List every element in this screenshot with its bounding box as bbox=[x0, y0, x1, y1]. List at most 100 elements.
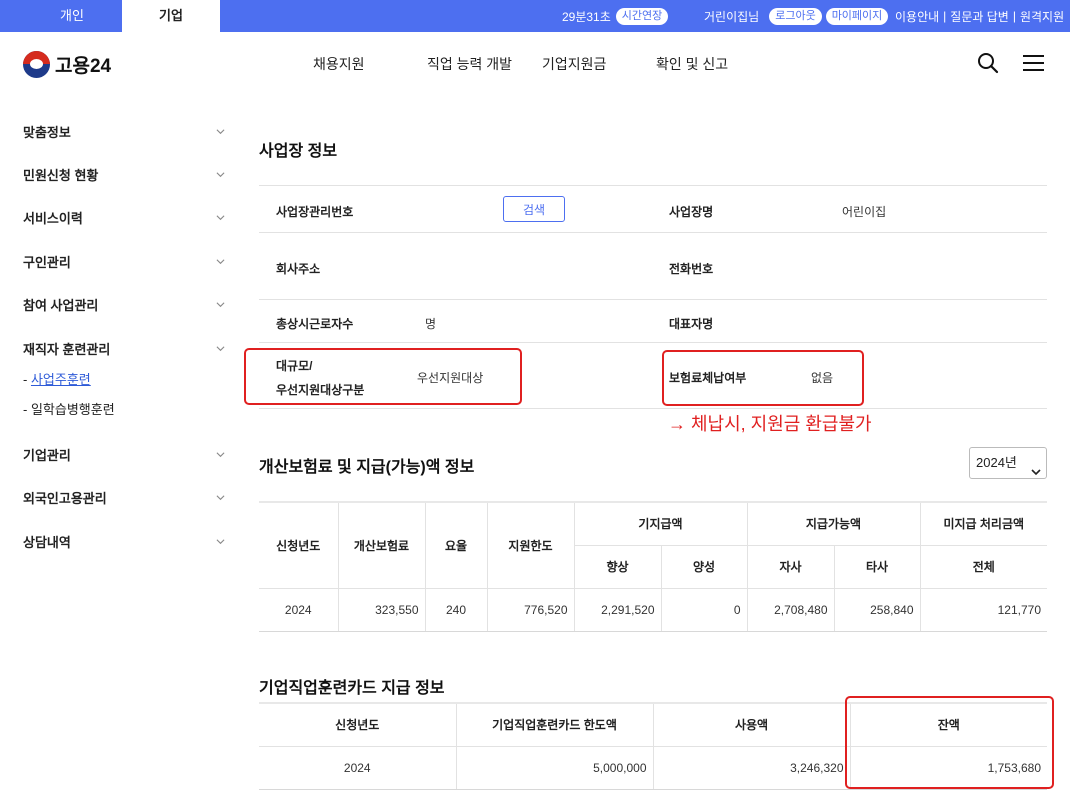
sidebar-item-service-history[interactable]: 서비스이력 bbox=[23, 208, 225, 228]
chevron-down-icon bbox=[216, 447, 225, 462]
sidebar-item-label: 상담내역 bbox=[23, 535, 71, 550]
search-icon[interactable] bbox=[977, 52, 999, 79]
qna-link[interactable]: 질문과 답변 bbox=[950, 8, 1009, 25]
remote-support-link[interactable]: 원격지원 bbox=[1020, 8, 1064, 25]
sidebar-item-label: 재직자 훈련관리 bbox=[23, 342, 111, 357]
top-utility-bar: 개인 기업 29분31초 시간연장 거린이집님 로그아웃 마이페이지 이용안내 … bbox=[0, 0, 1070, 32]
gnb-item-report[interactable]: 확인 및 신고 bbox=[656, 54, 728, 74]
col-header-limit: 지원한도 bbox=[486, 502, 574, 589]
cell-unpaid-all: 121,770 bbox=[919, 588, 1047, 632]
col-header-payable-own: 자사 bbox=[746, 545, 834, 589]
table-row: 2024 323,550 240 776,520 2,291,520 0 2,7… bbox=[259, 588, 1047, 632]
chevron-down-icon bbox=[216, 490, 225, 505]
cell-used: 3,246,320 bbox=[652, 746, 850, 790]
info-row bbox=[259, 233, 1047, 300]
gnb-item-training[interactable]: 직업 능력 개발 bbox=[427, 54, 512, 74]
sidebar-item-consultation[interactable]: 상담내역 bbox=[23, 532, 225, 552]
cell-card-limit: 5,000,000 bbox=[455, 746, 653, 790]
hamburger-menu-icon[interactable] bbox=[1023, 54, 1045, 77]
sidebar-item-custom-info[interactable]: 맞춤정보 bbox=[23, 122, 225, 142]
year-select[interactable]: 2024년 bbox=[969, 447, 1047, 479]
col-header-year: 신청년도 bbox=[259, 502, 338, 589]
sidebar-subitem-label: 일학습병행훈련 bbox=[30, 402, 115, 417]
col-header-unpaid-all: 전체 bbox=[919, 545, 1047, 589]
sub-prefix: - bbox=[23, 372, 31, 387]
insurance-section-title: 개산보험료 및 지급(가능)액 정보 bbox=[259, 459, 475, 476]
info-row bbox=[259, 300, 1047, 343]
session-time: 29분31초 bbox=[562, 9, 611, 24]
highlight-box bbox=[244, 348, 522, 405]
sidebar-item-project-management[interactable]: 참여 사업관리 bbox=[23, 295, 225, 315]
sub-prefix: - bbox=[23, 402, 31, 417]
government-emblem-icon bbox=[23, 51, 50, 78]
sidebar-subitem-employer-training[interactable]: - 사업주훈련 bbox=[23, 369, 91, 388]
phone-label: 전화번호 bbox=[669, 262, 714, 276]
col-header-premium: 개산보험료 bbox=[337, 502, 425, 589]
col-header-unpaid: 미지급 처리금액 bbox=[919, 502, 1047, 546]
chevron-down-icon bbox=[216, 341, 225, 356]
col-header-rate: 요율 bbox=[424, 502, 487, 589]
workplace-name-label: 사업장명 bbox=[669, 205, 714, 219]
logout-button[interactable]: 로그아웃 bbox=[769, 7, 822, 25]
cell-payable-own: 2,708,480 bbox=[746, 588, 834, 632]
card-section-title: 기업직업훈련카드 지급 정보 bbox=[259, 680, 445, 697]
workers-unit: 명 bbox=[425, 317, 437, 331]
user-name: 거린이집님 bbox=[704, 9, 760, 24]
sidebar-subitem-label: 사업주훈련 bbox=[30, 372, 91, 387]
sidebar-item-application-status[interactable]: 민원신청 현황 bbox=[23, 165, 225, 185]
tab-company[interactable]: 기업 bbox=[122, 0, 220, 32]
site-logo[interactable]: 고용24 bbox=[23, 51, 111, 78]
main-header: 고용24 채용지원 직업 능력 개발 기업지원금 확인 및 신고 bbox=[0, 32, 1070, 94]
col-header-paid-improve: 향상 bbox=[573, 545, 661, 589]
highlight-box bbox=[845, 696, 1054, 789]
insurance-table: 신청년도 개산보험료 요율 지원한도 기지급액 지급가능액 미지급 처리금액 향… bbox=[259, 501, 1047, 632]
user-area: 거린이집님 로그아웃 마이페이지 bbox=[704, 0, 889, 32]
mypage-button[interactable]: 마이페이지 bbox=[825, 7, 889, 25]
sidebar-item-company-management[interactable]: 기업관리 bbox=[23, 445, 225, 465]
guide-link[interactable]: 이용안내 bbox=[895, 8, 939, 25]
sidebar-item-label: 참여 사업관리 bbox=[23, 298, 99, 313]
gnb-item-subsidy[interactable]: 기업지원금 bbox=[542, 54, 606, 74]
workplace-section-title: 사업장 정보 bbox=[259, 143, 338, 160]
cell-paid-train: 0 bbox=[660, 588, 747, 632]
chevron-down-icon bbox=[216, 534, 225, 549]
col-header-year: 신청년도 bbox=[259, 703, 456, 747]
col-header-paid: 기지급액 bbox=[573, 502, 747, 546]
col-header-used: 사용액 bbox=[652, 703, 850, 747]
sidebar-item-job-posting[interactable]: 구인관리 bbox=[23, 252, 225, 272]
sidebar-item-label: 민원신청 현황 bbox=[23, 168, 99, 183]
sidebar-item-label: 서비스이력 bbox=[23, 211, 83, 226]
col-header-payable: 지급가능액 bbox=[746, 502, 920, 546]
cell-year: 2024 bbox=[259, 588, 338, 632]
chevron-down-icon bbox=[216, 124, 225, 139]
tab-personal[interactable]: 개인 bbox=[22, 0, 122, 32]
col-header-paid-train: 양성 bbox=[660, 545, 747, 589]
gnb-item-recruit[interactable]: 채용지원 bbox=[313, 54, 365, 74]
col-header-payable-other: 타사 bbox=[833, 545, 920, 589]
ceo-label: 대표자명 bbox=[669, 317, 714, 331]
cell-limit: 776,520 bbox=[486, 588, 574, 632]
logo-text: 고용24 bbox=[55, 56, 112, 77]
year-select-value: 2024년 bbox=[976, 455, 1017, 470]
highlight-box bbox=[662, 350, 864, 406]
sidebar-item-label: 구인관리 bbox=[23, 255, 71, 270]
sidebar-item-label: 맞춤정보 bbox=[23, 125, 71, 140]
sidebar-item-foreign-employment[interactable]: 외국인고용관리 bbox=[23, 488, 225, 508]
chevron-down-icon bbox=[216, 167, 225, 182]
chevron-down-icon bbox=[216, 297, 225, 312]
workplace-name-value: 어린이집 bbox=[842, 205, 887, 219]
address-label: 회사주소 bbox=[276, 262, 321, 276]
chevron-down-icon bbox=[1031, 458, 1041, 488]
sidebar-subitem-work-study[interactable]: - 일학습병행훈련 bbox=[23, 399, 115, 418]
info-row bbox=[259, 185, 1047, 233]
extend-session-button[interactable]: 시간연장 bbox=[615, 7, 669, 25]
divider: | bbox=[1012, 9, 1016, 23]
chevron-down-icon bbox=[216, 210, 225, 225]
session-timer: 29분31초 시간연장 bbox=[562, 0, 669, 32]
cell-rate: 240 bbox=[424, 588, 487, 632]
search-button[interactable]: 검색 bbox=[503, 196, 565, 222]
sidebar-item-employee-training[interactable]: 재직자 훈련관리 bbox=[23, 339, 225, 359]
col-header-card-limit: 기업직업훈련카드 한도액 bbox=[455, 703, 653, 747]
cell-premium: 323,550 bbox=[337, 588, 425, 632]
workers-label: 총상시근로자수 bbox=[276, 317, 354, 331]
